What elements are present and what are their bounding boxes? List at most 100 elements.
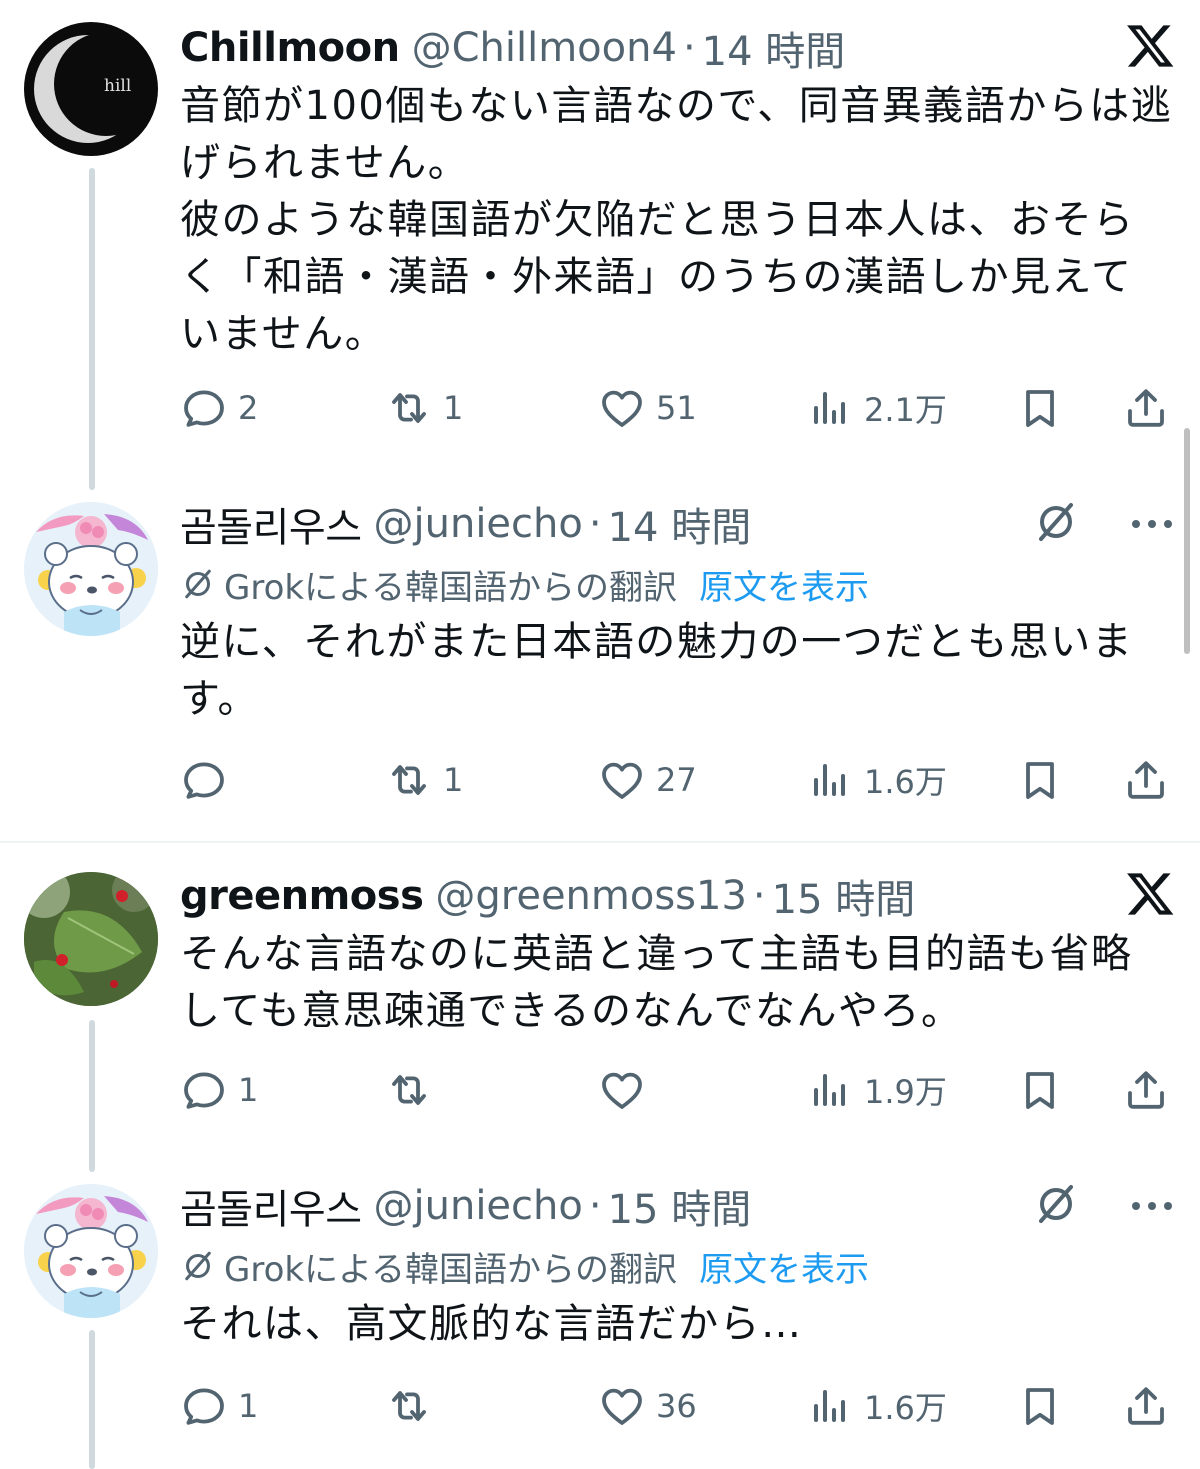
views-button[interactable]: 1.6万 bbox=[806, 1376, 947, 1436]
repost-arrows-icon bbox=[385, 384, 433, 432]
more-dots-icon[interactable] bbox=[1128, 1186, 1176, 1226]
display-name[interactable]: 곰돌리우스 bbox=[180, 495, 362, 553]
thread-divider bbox=[0, 841, 1200, 843]
view-count: 1.6万 bbox=[864, 1389, 947, 1427]
display-name[interactable]: 곰돌리우스 bbox=[180, 1177, 362, 1235]
post-text: そんな言語なのに英語と違って主語も目的語も省略 しても意思疎通できるのなんでなん… bbox=[180, 931, 1133, 1034]
bookmark-button[interactable] bbox=[1016, 1376, 1064, 1436]
like-count: 27 bbox=[656, 761, 697, 799]
like-count: 36 bbox=[656, 1387, 697, 1425]
bear-avatar-icon bbox=[24, 1184, 158, 1318]
views-button[interactable]: 2.1万 bbox=[806, 378, 947, 438]
bookmark-icon bbox=[1016, 1382, 1064, 1430]
bookmark-button[interactable] bbox=[1016, 750, 1064, 810]
reply-button[interactable]: 1 bbox=[180, 1376, 258, 1436]
grok-translate-icon bbox=[180, 1248, 216, 1284]
separator: · bbox=[752, 873, 766, 919]
post-header: Chillmoon @Chillmoon4 · 14 時間 bbox=[180, 18, 1176, 78]
share-button[interactable] bbox=[1122, 1060, 1170, 1120]
timestamp[interactable]: 15 時間 bbox=[772, 867, 916, 925]
translation-notice: Grokによる韓国語からの翻訳 原文を表示 bbox=[180, 1240, 1176, 1292]
separator: · bbox=[682, 25, 696, 71]
view-count: 2.1万 bbox=[864, 391, 947, 429]
timestamp[interactable]: 14 時間 bbox=[608, 495, 752, 553]
reply-bubble-icon bbox=[180, 756, 228, 804]
scrollbar[interactable] bbox=[1184, 428, 1190, 654]
separator: · bbox=[588, 1183, 602, 1229]
heart-icon bbox=[598, 1066, 646, 1114]
action-bar: 1 27 1.6万 bbox=[180, 750, 1176, 810]
post-header: greenmoss @greenmoss13 · 15 時間 bbox=[180, 866, 1176, 926]
view-count: 1.9万 bbox=[864, 1073, 947, 1111]
share-button[interactable] bbox=[1122, 378, 1170, 438]
avatar[interactable] bbox=[24, 1184, 158, 1318]
post-header: 곰돌리우스 @juniecho · 14 時間 bbox=[180, 494, 1176, 554]
action-bar: 2 1 51 2.1万 bbox=[180, 378, 1176, 438]
grok-translate-icon[interactable] bbox=[1032, 1180, 1080, 1228]
views-button[interactable]: 1.6万 bbox=[806, 750, 947, 810]
handle[interactable]: @juniecho bbox=[374, 1183, 583, 1229]
views-button[interactable]: 1.9万 bbox=[806, 1060, 947, 1120]
timestamp[interactable]: 14 時間 bbox=[702, 19, 846, 77]
share-upload-icon bbox=[1122, 756, 1170, 804]
post-text: 音節が100個もない言語なので、同音異義語からは逃 げられません。 彼のような韓… bbox=[180, 83, 1173, 357]
repost-button[interactable] bbox=[385, 1376, 443, 1436]
post-text: 逆に、それがまた日本語の魅力の一つだとも思いま す。 bbox=[180, 619, 1134, 722]
more-dots-icon[interactable] bbox=[1128, 504, 1176, 544]
like-button[interactable]: 27 bbox=[598, 750, 697, 810]
like-button[interactable]: 51 bbox=[598, 378, 697, 438]
avatar[interactable] bbox=[24, 502, 158, 636]
display-name[interactable]: Chillmoon bbox=[180, 25, 400, 71]
show-original-link[interactable]: 原文を表示 bbox=[699, 560, 869, 609]
share-button[interactable] bbox=[1122, 1376, 1170, 1436]
x-logo-icon bbox=[1124, 868, 1176, 920]
show-original-link[interactable]: 原文を表示 bbox=[699, 1242, 869, 1291]
bookmark-icon bbox=[1016, 384, 1064, 432]
reply-button[interactable]: 2 bbox=[180, 378, 258, 438]
action-bar: 1 1.9万 bbox=[180, 1060, 1176, 1120]
avatar-text: hill bbox=[104, 76, 132, 96]
handle[interactable]: @Chillmoon4 bbox=[412, 25, 677, 71]
repost-button[interactable]: 1 bbox=[385, 378, 463, 438]
bear-avatar-icon bbox=[24, 502, 158, 636]
repost-count: 1 bbox=[443, 389, 464, 427]
bookmark-button[interactable] bbox=[1016, 1060, 1064, 1120]
handle[interactable]: @juniecho bbox=[374, 501, 583, 547]
avatar[interactable]: hill bbox=[24, 22, 158, 156]
translation-label: Grokによる韓国語からの翻訳 bbox=[224, 1249, 678, 1290]
reply-count: 1 bbox=[238, 1387, 259, 1425]
bookmark-icon bbox=[1016, 756, 1064, 804]
grok-translate-icon[interactable] bbox=[1032, 498, 1080, 546]
repost-arrows-icon bbox=[385, 756, 433, 804]
display-name[interactable]: greenmoss bbox=[180, 873, 424, 919]
avatar[interactable] bbox=[24, 872, 158, 1006]
share-upload-icon bbox=[1122, 1066, 1170, 1114]
repost-button[interactable]: 1 bbox=[385, 750, 463, 810]
share-button[interactable] bbox=[1122, 750, 1170, 810]
post-text: それは、高文脈的な言語だから… bbox=[180, 1301, 803, 1347]
handle[interactable]: @greenmoss13 bbox=[435, 873, 747, 919]
crescent-moon-icon bbox=[34, 35, 142, 143]
like-button[interactable]: 36 bbox=[598, 1376, 697, 1436]
reply-count: 1 bbox=[238, 1071, 259, 1109]
plant-photo-icon bbox=[24, 872, 158, 1006]
action-bar: 1 36 1.6万 bbox=[180, 1376, 1176, 1436]
view-count: 1.6万 bbox=[864, 763, 947, 801]
reply-bubble-icon bbox=[180, 1066, 228, 1114]
reply-button[interactable] bbox=[180, 750, 238, 810]
timestamp[interactable]: 15 時間 bbox=[608, 1177, 752, 1235]
heart-icon bbox=[598, 1382, 646, 1430]
thread-line-3 bbox=[89, 1330, 95, 1469]
views-bars-icon bbox=[806, 756, 854, 804]
repost-count: 1 bbox=[443, 761, 464, 799]
reply-button[interactable]: 1 bbox=[180, 1060, 258, 1120]
like-button[interactable] bbox=[598, 1060, 656, 1120]
bookmark-button[interactable] bbox=[1016, 378, 1064, 438]
views-bars-icon bbox=[806, 384, 854, 432]
translation-notice: Grokによる韓国語からの翻訳 原文を表示 bbox=[180, 558, 1176, 610]
reply-bubble-icon bbox=[180, 384, 228, 432]
repost-arrows-icon bbox=[385, 1066, 433, 1114]
heart-icon bbox=[598, 756, 646, 804]
separator: · bbox=[588, 501, 602, 547]
repost-button[interactable] bbox=[385, 1060, 443, 1120]
